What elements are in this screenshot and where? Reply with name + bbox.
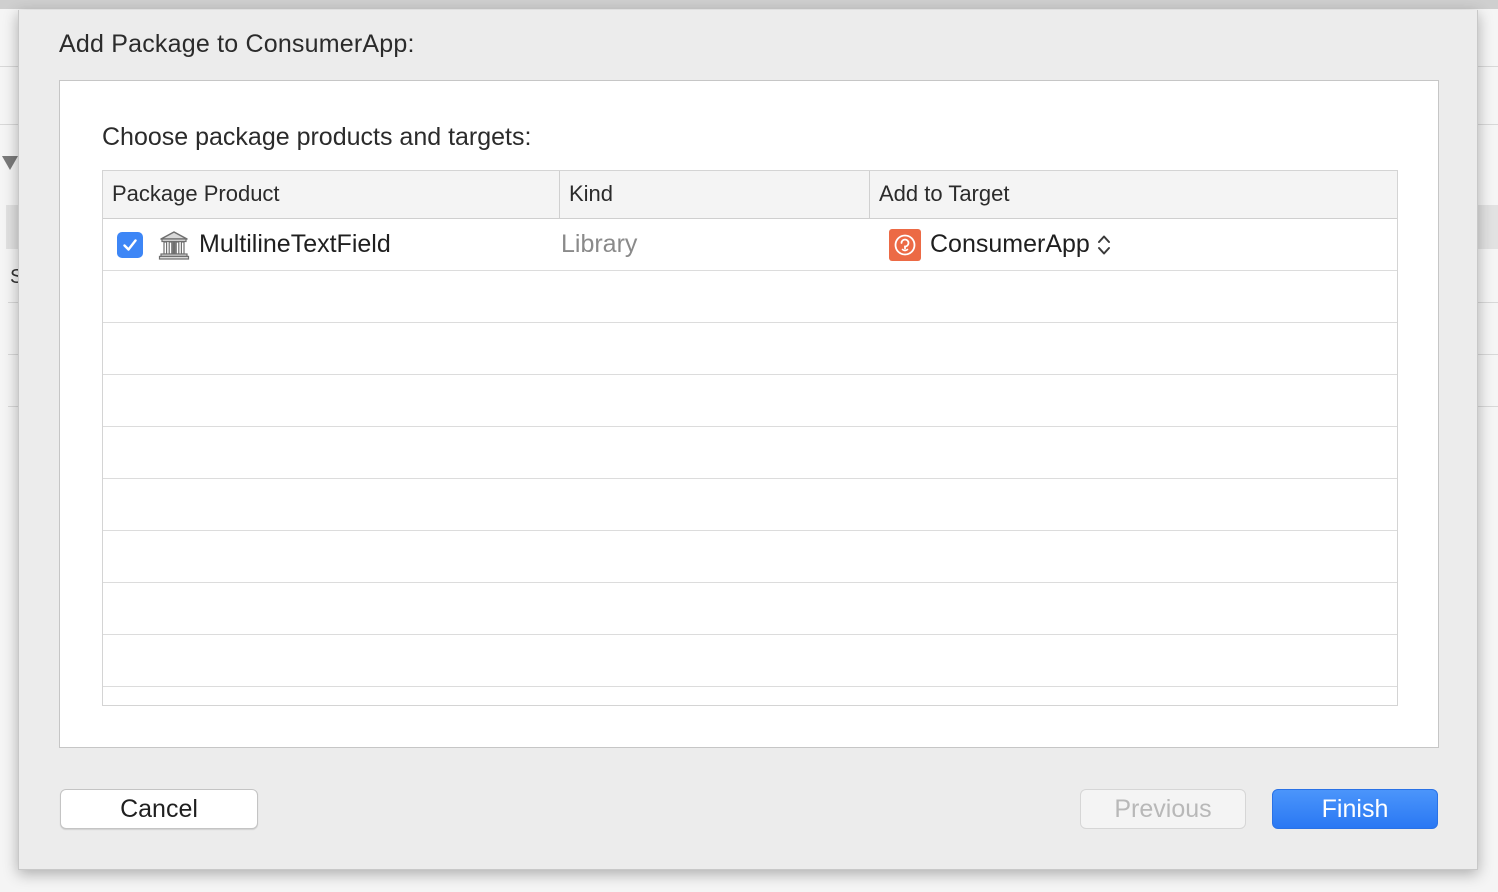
empty-table-row — [103, 479, 1397, 531]
background-divider — [1478, 406, 1498, 407]
column-header-add-to-target[interactable]: Add to Target — [869, 171, 1397, 219]
content-panel: Choose package products and targets: Pac… — [59, 80, 1439, 748]
disclosure-triangle-icon[interactable] — [2, 156, 18, 170]
table-row[interactable]: MultilineTextField Library ConsumerApp — [103, 219, 1397, 271]
column-header-kind[interactable]: Kind — [559, 171, 869, 219]
products-table: Package Product Kind Add to Target Multi… — [102, 170, 1398, 706]
background-toolbar — [0, 0, 1498, 9]
empty-table-row — [103, 271, 1397, 323]
empty-table-row — [103, 635, 1397, 687]
background-row — [1478, 205, 1498, 249]
table-header: Package Product Kind Add to Target — [103, 171, 1397, 219]
background-divider — [0, 66, 18, 67]
target-popup[interactable]: ConsumerApp — [889, 219, 1112, 270]
empty-table-row — [103, 427, 1397, 479]
background-divider — [8, 354, 18, 355]
finish-button[interactable]: Finish — [1272, 789, 1438, 829]
background-divider — [1478, 302, 1498, 303]
empty-table-row — [103, 323, 1397, 375]
kind-cell: Library — [561, 230, 638, 258]
product-name: MultilineTextField — [199, 230, 391, 258]
checkmark-icon — [123, 238, 137, 251]
table-body: MultilineTextField Library ConsumerApp — [103, 219, 1397, 705]
column-header-package-product[interactable]: Package Product — [103, 171, 559, 219]
empty-table-row — [103, 583, 1397, 635]
background-divider — [1478, 124, 1498, 125]
empty-table-row — [103, 375, 1397, 427]
background-divider — [1478, 354, 1498, 355]
app-target-icon — [889, 228, 921, 261]
background-row — [6, 205, 18, 249]
background-divider — [8, 406, 18, 407]
content-heading: Choose package products and targets: — [102, 123, 532, 151]
add-package-sheet: Add Package to ConsumerApp: Choose packa… — [18, 10, 1478, 870]
previous-button[interactable]: Previous — [1080, 789, 1246, 829]
background-divider — [0, 124, 18, 125]
empty-table-row — [103, 687, 1397, 705]
background-divider — [1478, 66, 1498, 67]
target-name: ConsumerApp — [930, 230, 1090, 258]
include-product-checkbox[interactable] — [117, 231, 143, 258]
background-divider — [8, 302, 18, 303]
package-library-icon — [157, 228, 191, 262]
cancel-button[interactable]: Cancel — [60, 789, 258, 829]
empty-table-row — [103, 531, 1397, 583]
popup-chevron-updown-icon — [1096, 232, 1112, 258]
sheet-title: Add Package to ConsumerApp: — [59, 30, 415, 58]
product-cell: MultilineTextField — [117, 219, 391, 270]
